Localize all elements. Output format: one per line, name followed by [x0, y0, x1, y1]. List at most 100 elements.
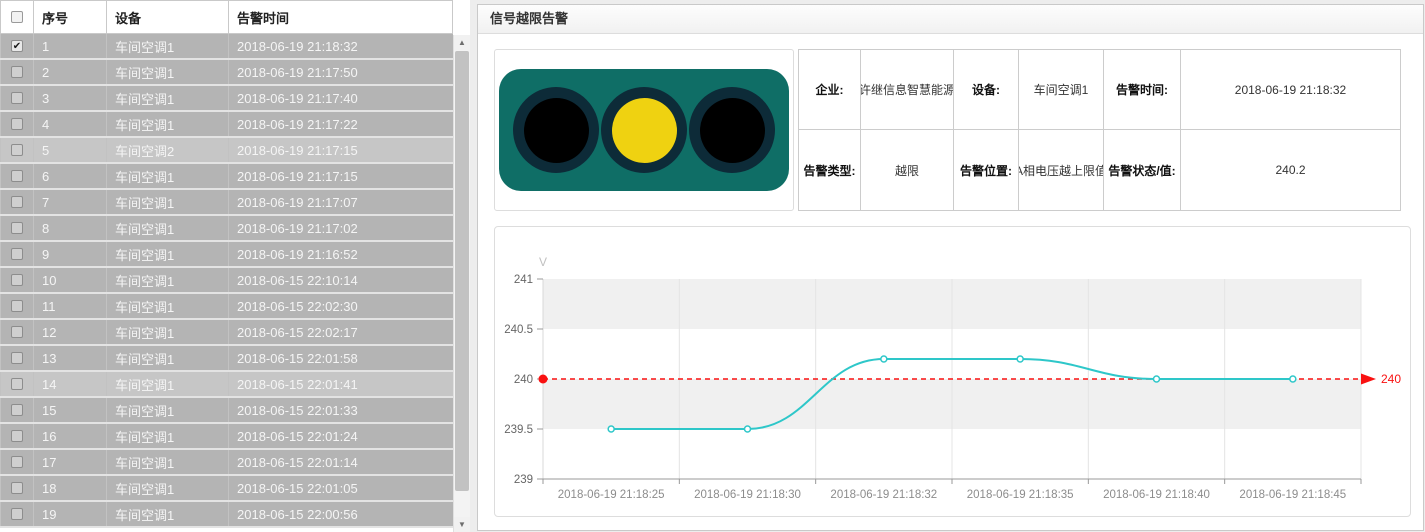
table-row[interactable]: 3 车间空调1 2018-06-19 21:17:40 [0, 86, 453, 112]
row-time: 2018-06-15 22:10:14 [228, 268, 453, 292]
row-checkbox[interactable] [11, 66, 23, 78]
row-device: 车间空调1 [106, 164, 228, 188]
row-device: 车间空调1 [106, 346, 228, 370]
svg-text:239: 239 [514, 474, 533, 486]
row-checkbox[interactable] [11, 196, 23, 208]
row-time: 2018-06-15 22:01:58 [228, 346, 453, 370]
row-time: 2018-06-19 21:17:40 [228, 86, 453, 110]
row-checkbox[interactable] [11, 456, 23, 468]
table-row[interactable]: 6 车间空调1 2018-06-19 21:17:15 [0, 164, 453, 190]
info-label: 设备: [954, 50, 1019, 130]
row-index: 8 [33, 216, 106, 240]
scrollbar-thumb[interactable] [455, 51, 469, 491]
svg-text:2018-06-19 21:18:30: 2018-06-19 21:18:30 [694, 489, 801, 501]
table-row[interactable]: 10 车间空调1 2018-06-15 22:10:14 [0, 268, 453, 294]
row-checkbox[interactable] [11, 144, 23, 156]
table-row[interactable]: 18 车间空调1 2018-06-15 22:01:05 [0, 476, 453, 502]
table-row[interactable]: 16 车间空调1 2018-06-15 22:01:24 [0, 424, 453, 450]
lamp-left-icon [513, 87, 599, 173]
row-checkbox[interactable]: ✔ [11, 40, 23, 52]
column-header-time: 告警时间 [228, 1, 453, 33]
row-time: 2018-06-15 22:02:30 [228, 294, 453, 318]
row-device: 车间空调1 [106, 398, 228, 422]
table-row[interactable]: ✔ 1 车间空调1 2018-06-19 21:18:32 [0, 34, 453, 60]
row-device: 车间空调1 [106, 372, 228, 396]
row-device: 车间空调1 [106, 268, 228, 292]
table-row[interactable]: 14 车间空调1 2018-06-15 22:01:41 [0, 372, 453, 398]
row-device: 车间空调1 [106, 450, 228, 474]
row-index: 18 [33, 476, 106, 500]
row-device: 车间空调1 [106, 502, 228, 526]
info-value: 240.2 [1181, 130, 1400, 210]
row-device: 车间空调2 [106, 138, 228, 162]
select-all-checkbox[interactable] [11, 11, 23, 23]
info-label: 企业: [799, 50, 861, 130]
row-device: 车间空调1 [106, 34, 228, 58]
row-checkbox[interactable] [11, 482, 23, 494]
table-row[interactable]: 4 车间空调1 2018-06-19 21:17:22 [0, 112, 453, 138]
row-checkbox[interactable] [11, 326, 23, 338]
row-checkbox[interactable] [11, 378, 23, 390]
select-all-checkbox-cell [0, 1, 33, 33]
row-checkbox[interactable] [11, 222, 23, 234]
column-header-index: 序号 [33, 1, 106, 33]
table-row[interactable]: 17 车间空调1 2018-06-15 22:01:14 [0, 450, 453, 476]
scroll-up-icon[interactable]: ▲ [454, 35, 470, 50]
table-row[interactable]: 9 车间空调1 2018-06-19 21:16:52 [0, 242, 453, 268]
voltage-trend-chart: 239239.5240240.5241V2018-06-19 21:18:252… [495, 227, 1410, 516]
row-time: 2018-06-19 21:17:50 [228, 60, 453, 84]
table-row[interactable]: 19 车间空调1 2018-06-15 22:00:56 [0, 502, 453, 528]
table-row[interactable]: 11 车间空调1 2018-06-15 22:02:30 [0, 294, 453, 320]
row-checkbox[interactable] [11, 118, 23, 130]
table-row[interactable]: 8 车间空调1 2018-06-19 21:17:02 [0, 216, 453, 242]
row-checkbox[interactable] [11, 248, 23, 260]
svg-text:2018-06-19 21:18:32: 2018-06-19 21:18:32 [830, 489, 937, 501]
row-device: 车间空调1 [106, 476, 228, 500]
row-time: 2018-06-19 21:17:22 [228, 112, 453, 136]
traffic-light [499, 69, 789, 191]
row-index: 7 [33, 190, 106, 214]
table-row[interactable]: 12 车间空调1 2018-06-15 22:02:17 [0, 320, 453, 346]
alarm-light-box [494, 49, 794, 211]
table-row[interactable]: 7 车间空调1 2018-06-19 21:17:07 [0, 190, 453, 216]
table-row[interactable]: 5 车间空调2 2018-06-19 21:17:15 [0, 138, 453, 164]
row-checkbox[interactable] [11, 352, 23, 364]
table-scrollbar[interactable]: ▲ ▼ [453, 35, 470, 532]
svg-text:240.5: 240.5 [504, 324, 533, 336]
svg-text:V: V [539, 255, 547, 269]
row-time: 2018-06-15 22:01:05 [228, 476, 453, 500]
info-value: 2018-06-19 21:18:32 [1181, 50, 1400, 130]
row-index: 6 [33, 164, 106, 188]
lamp-right-icon [689, 87, 775, 173]
row-index: 16 [33, 424, 106, 448]
row-index: 4 [33, 112, 106, 136]
table-row[interactable]: 2 车间空调1 2018-06-19 21:17:50 [0, 60, 453, 86]
row-checkbox[interactable] [11, 508, 23, 520]
row-device: 车间空调1 [106, 320, 228, 344]
scroll-down-icon[interactable]: ▼ [454, 517, 470, 532]
info-value: 许继信息智慧能源 [861, 50, 954, 130]
row-checkbox[interactable] [11, 170, 23, 182]
row-time: 2018-06-19 21:18:32 [228, 34, 453, 58]
row-index: 14 [33, 372, 106, 396]
info-label: 告警类型: [799, 130, 861, 210]
svg-text:2018-06-19 21:18:35: 2018-06-19 21:18:35 [967, 489, 1074, 501]
table-row[interactable]: 13 车间空调1 2018-06-15 22:01:58 [0, 346, 453, 372]
row-device: 车间空调1 [106, 112, 228, 136]
row-index: 19 [33, 502, 106, 526]
column-header-device: 设备 [106, 1, 228, 33]
row-time: 2018-06-15 22:01:33 [228, 398, 453, 422]
row-checkbox[interactable] [11, 92, 23, 104]
voltage-trend-chart-box: 239239.5240240.5241V2018-06-19 21:18:252… [494, 226, 1411, 517]
row-index: 10 [33, 268, 106, 292]
row-checkbox[interactable] [11, 404, 23, 416]
row-time: 2018-06-19 21:17:02 [228, 216, 453, 240]
row-checkbox[interactable] [11, 300, 23, 312]
svg-text:2018-06-19 21:18:45: 2018-06-19 21:18:45 [1239, 489, 1346, 501]
alarm-table-body: ✔ 1 车间空调1 2018-06-19 21:18:32 2 车间空调1 20… [0, 34, 453, 528]
row-checkbox[interactable] [11, 274, 23, 286]
row-time: 2018-06-19 21:17:07 [228, 190, 453, 214]
table-row[interactable]: 15 车间空调1 2018-06-15 22:01:33 [0, 398, 453, 424]
lamp-middle-active-icon [601, 87, 687, 173]
row-checkbox[interactable] [11, 430, 23, 442]
